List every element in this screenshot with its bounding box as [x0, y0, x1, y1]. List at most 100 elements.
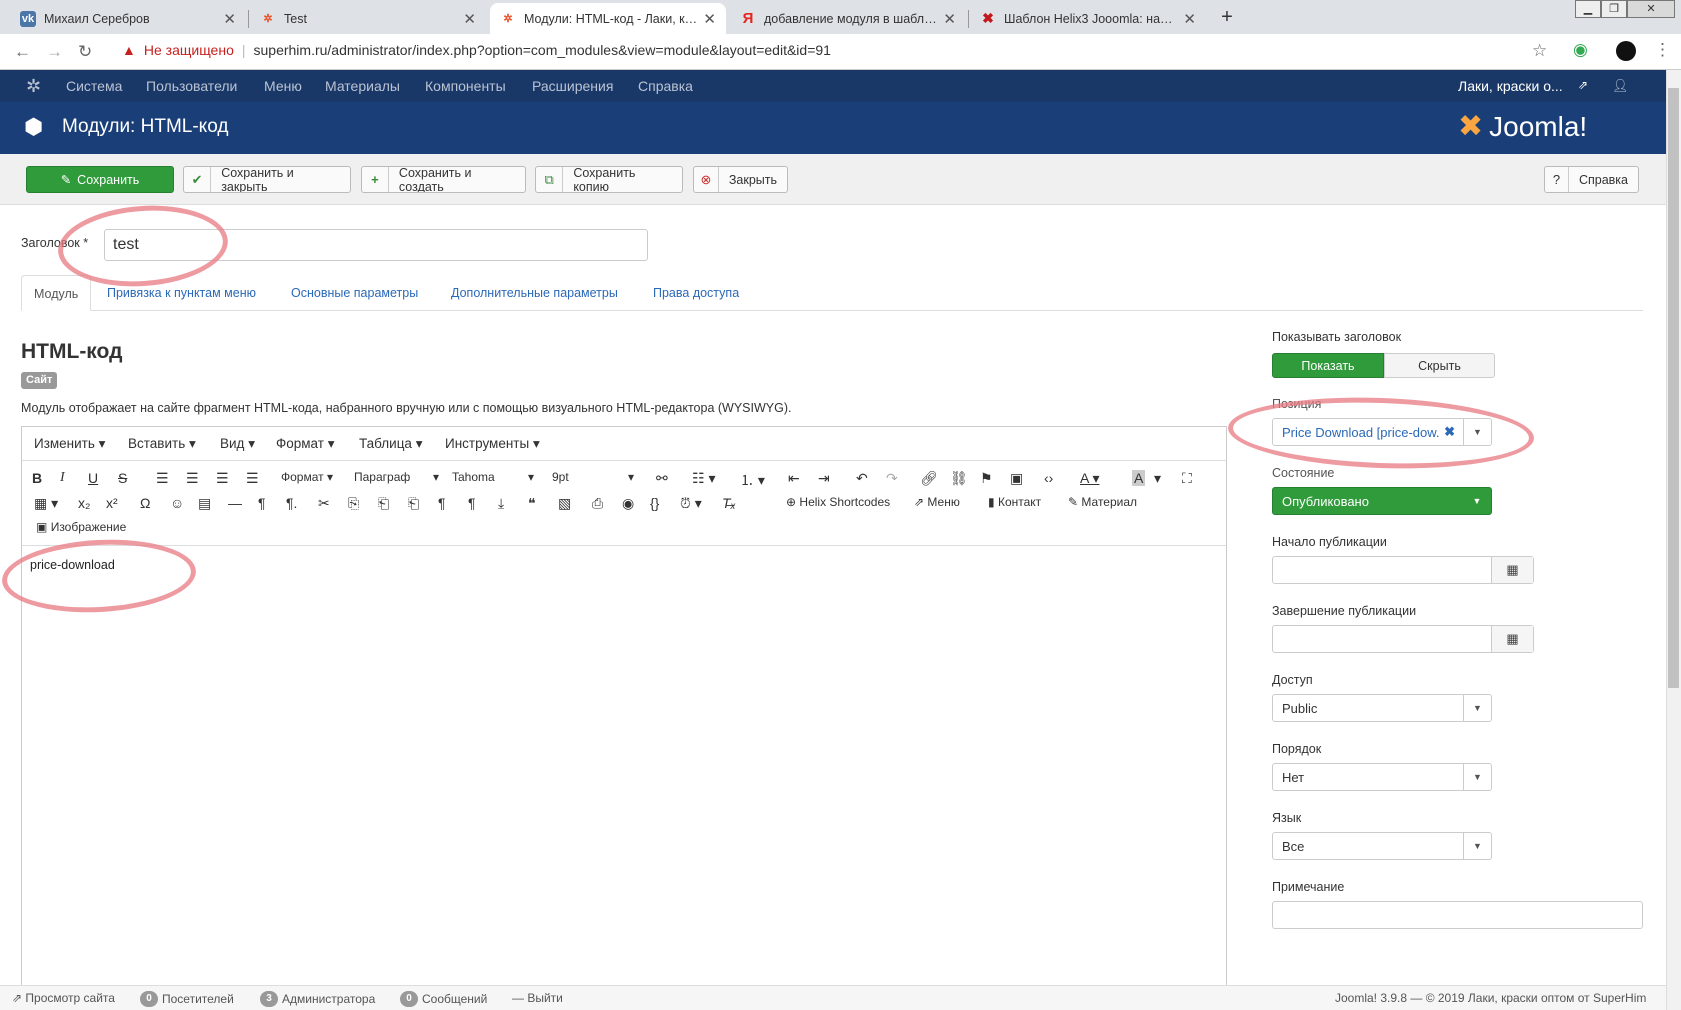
emoticon-icon[interactable]: ☺	[170, 495, 184, 511]
show-blocks-icon[interactable]: ¶	[438, 495, 446, 511]
italic-icon[interactable]: I	[60, 470, 65, 486]
status-select[interactable]: Опубликовано ▼	[1272, 487, 1492, 515]
menu-help[interactable]: Справка	[638, 78, 693, 94]
extension-icon[interactable]: ◉	[1573, 40, 1588, 60]
forward-icon[interactable]: →	[46, 42, 63, 62]
title-input[interactable]: test	[104, 229, 648, 261]
messages-status[interactable]: 0 Сообщений	[400, 991, 487, 1007]
position-select[interactable]: Price Download [price-dow. ✖ ▼	[1272, 418, 1492, 446]
nonbreaking-icon[interactable]: ⤓	[498, 495, 504, 512]
calendar-icon[interactable]: ▦	[1491, 557, 1533, 583]
publish-down-input[interactable]: ▦	[1272, 625, 1534, 653]
user-icon[interactable]: 👤︎	[1612, 78, 1629, 94]
format-select[interactable]: Формат ▾	[281, 470, 333, 484]
browser-menu-icon[interactable]: ⋮	[1654, 40, 1671, 60]
browser-tab[interactable]: ✖ Шаблон Helix3 Jooomla: настро ✕	[970, 3, 1206, 34]
close-tab-icon[interactable]: ✕	[463, 10, 476, 28]
view-site-link[interactable]: ⇗ Просмотр сайта	[12, 991, 115, 1005]
unlink-icon[interactable]: ⛓	[950, 470, 968, 487]
admins-status[interactable]: 3 Администратора	[260, 991, 375, 1007]
special-char-icon[interactable]: Ω	[140, 495, 150, 511]
new-tab-icon[interactable]: +	[1215, 6, 1239, 30]
access-select[interactable]: Public ▼	[1272, 694, 1492, 722]
close-tab-icon[interactable]: ✕	[703, 10, 716, 28]
external-link-icon[interactable]: ⇗	[1578, 78, 1588, 92]
print-icon[interactable]: ⎙	[592, 495, 603, 512]
browser-tab[interactable]: ✲ Test ✕	[250, 3, 486, 34]
language-select[interactable]: Все ▼	[1272, 832, 1492, 860]
code-icon[interactable]: ‹›	[1044, 470, 1053, 486]
align-right-icon[interactable]: ☰	[216, 470, 229, 487]
menu-content[interactable]: Материалы	[325, 78, 400, 94]
save-button[interactable]: ✎ Сохранить	[26, 166, 174, 193]
copy-icon[interactable]: ⎘	[348, 495, 359, 512]
bold-icon[interactable]: B	[32, 470, 42, 486]
save-copy-button[interactable]: ⧉ Сохранить копию	[535, 166, 683, 193]
underline-icon[interactable]: U	[88, 470, 98, 486]
profile-avatar[interactable]	[1616, 41, 1636, 61]
indent-icon[interactable]: ⇥	[818, 470, 830, 487]
menu-button[interactable]: ⇗ Меню	[914, 495, 960, 509]
text-color-icon[interactable]: A ▾	[1080, 470, 1099, 487]
code-braces-icon[interactable]: {}	[650, 495, 659, 511]
outdent-icon[interactable]: ⇤	[788, 470, 800, 487]
menu-edit[interactable]: Изменить ▾	[34, 436, 105, 452]
paste-icon[interactable]: ⎗	[378, 495, 389, 512]
menu-system[interactable]: Система	[66, 78, 122, 94]
help-button[interactable]: ? Справка	[1544, 166, 1639, 193]
show-title-yes-button[interactable]: Показать	[1272, 353, 1384, 378]
editor-content-area[interactable]: price-download	[22, 545, 1226, 985]
fullscreen-icon[interactable]: ⛶	[1182, 470, 1192, 487]
rtl-icon[interactable]: ¶.	[286, 495, 297, 511]
numbered-list-icon[interactable]: ⒈ ▾	[740, 470, 765, 490]
image-button[interactable]: ▣ Изображение	[36, 520, 126, 534]
menu-menus[interactable]: Меню	[264, 78, 302, 94]
maximize-icon[interactable]: ❐	[1601, 0, 1627, 18]
subscript-icon[interactable]: x₂	[78, 495, 90, 511]
paste-text-icon[interactable]: ⎗	[408, 495, 419, 512]
hr-icon[interactable]: —	[228, 495, 242, 511]
close-tab-icon[interactable]: ✕	[223, 10, 236, 28]
logout-link[interactable]: — Выйти	[512, 991, 563, 1005]
clock-icon[interactable]: ⏰︎ ▾	[680, 495, 702, 512]
align-justify-icon[interactable]: ☰	[246, 470, 259, 487]
menu-format[interactable]: Формат ▾	[276, 436, 335, 452]
undo-icon[interactable]: ↶	[856, 470, 868, 487]
clear-format-icon[interactable]: T̶ₓ	[722, 495, 736, 511]
calendar-icon[interactable]: ▦	[1491, 626, 1533, 652]
close-tab-icon[interactable]: ✕	[943, 10, 956, 28]
tab-options[interactable]: Основные параметры	[291, 275, 418, 311]
save-new-button[interactable]: + Сохранить и создать	[361, 166, 526, 193]
block-select[interactable]: Параграф ▾	[354, 470, 439, 484]
menu-view[interactable]: Вид ▾	[220, 436, 255, 452]
browser-tab[interactable]: vk Михаил Серебров ✕	[10, 3, 246, 34]
align-center-icon[interactable]: ☰	[186, 470, 199, 487]
visitors-status[interactable]: 0 Посетителей	[140, 991, 234, 1007]
contact-button[interactable]: ▮ Контакт	[988, 495, 1041, 509]
close-button[interactable]: ⊗ Закрыть	[693, 166, 788, 193]
minimize-icon[interactable]: ▁	[1575, 0, 1601, 18]
visual-chars-icon[interactable]: ¶	[468, 495, 476, 511]
superscript-icon[interactable]: x²	[106, 495, 118, 511]
strikethrough-icon[interactable]: S	[118, 470, 127, 486]
link-icon[interactable]: 🔗︎	[920, 470, 938, 487]
tab-module[interactable]: Модуль	[21, 275, 92, 311]
helix-shortcodes-button[interactable]: ⊕ Helix Shortcodes	[786, 495, 890, 509]
clear-icon[interactable]: ✖	[1444, 424, 1455, 440]
template-icon[interactable]: ▧	[558, 495, 571, 512]
bg-color-dropdown-icon[interactable]: ▾	[1154, 470, 1161, 487]
article-button[interactable]: ✎ Материал	[1068, 495, 1137, 509]
star-icon[interactable]: ☆	[1532, 41, 1547, 61]
close-tab-icon[interactable]: ✕	[1183, 10, 1196, 28]
cut-icon[interactable]: ✂	[318, 495, 330, 512]
media-icon[interactable]: ▤	[198, 495, 211, 512]
menu-insert[interactable]: Вставить ▾	[128, 436, 196, 452]
size-select[interactable]: 9pt ▾	[552, 470, 634, 484]
close-window-icon[interactable]: ✕	[1627, 0, 1675, 18]
note-input[interactable]	[1272, 901, 1643, 929]
blockquote-icon[interactable]: ❝	[528, 495, 536, 512]
url-field[interactable]: ▲ Не защищено | superhim.ru/administrato…	[122, 42, 831, 58]
reload-icon[interactable]: ↻	[78, 42, 92, 62]
ltr-icon[interactable]: ¶	[258, 495, 266, 511]
publish-up-input[interactable]: ▦	[1272, 556, 1534, 584]
